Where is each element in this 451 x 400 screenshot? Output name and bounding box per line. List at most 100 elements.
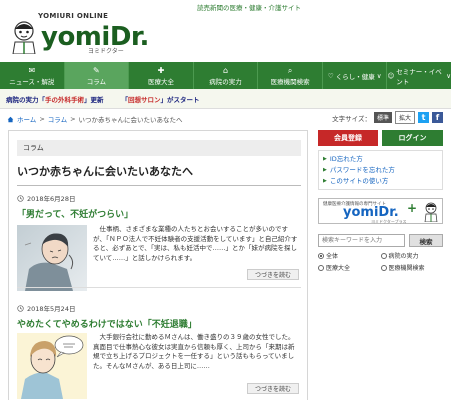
article-thumbnail[interactable] [17,333,87,399]
news-link-hand-surgery[interactable]: 病院の実力「手の外科手術」更新 [6,94,104,104]
news-link-salon[interactable]: 「回想サロン」がスタート [122,94,200,104]
link-label: ID忘れた方 [329,155,363,163]
register-button[interactable]: 会員登録 [318,130,378,146]
site-tagline: 読売新聞の医療・健康・介護サイト [197,4,301,12]
article-date: 2018年5月24日 [17,303,301,313]
radio-label: 全体 [326,253,339,260]
search-icon: ⌕ [287,65,293,75]
article-title[interactable]: やめたくてやめるわけではない「不妊退職」 [17,317,301,330]
facebook-icon[interactable]: f [432,112,443,123]
main-content: コラム いつか赤ちゃんに会いたいあなたへ 2018年6月28日 「男だって、不妊… [8,130,308,400]
account-help-links: ▶ ID忘れた方 ▶ パスワードを忘れた方 ▶ このサイトの使い方 [318,150,443,190]
nav-item-seminar[interactable]: ☺ セミナー・イベント ∨ [387,62,451,89]
radio-label: 病院の実力 [388,253,419,260]
medical-icon: ✚ [157,65,165,75]
clock-icon [17,194,24,202]
sad-man-illustration [17,225,87,291]
woman-illustration [17,333,87,399]
yomidr-plus-banner[interactable]: 健康医療介護情報の専門サイト yomiDr. + ヨミドクタープラス [318,198,443,224]
nav-label: 医療機関検索 [270,77,310,86]
radio-icon [380,252,387,259]
forgot-password-link[interactable]: ▶ パスワードを忘れた方 [323,165,438,176]
banner-plus: + [407,201,418,215]
read-more-button[interactable]: つづきを読む [247,269,299,280]
search-input[interactable] [318,234,405,247]
breadcrumb-separator: > [39,115,45,123]
news-highlight: 回想サロン [128,95,161,104]
twitter-icon[interactable]: t [418,112,429,123]
article-date: 2018年6月28日 [17,193,301,203]
chevron-down-icon: ∨ [446,71,451,80]
article-item: 2018年5月24日 やめたくてやめるわけではない「不妊退職」 大手銀行会社に勤… [17,303,301,400]
article-item: 2018年6月28日 「男だって、不妊がつらい」 仕事柄、さまざまな業種の人たち… [17,193,301,291]
main-nav: ✉ ニュース・解説 ✎ コラム ✚ 医療大全 ⌂ 病院の実力 ⌕ 医療機関検索 … [0,62,451,89]
clock-icon [17,304,24,312]
site-header: 読売新聞の医療・健康・介護サイト YOMIURI ONLINE yomiDr. … [0,0,451,62]
link-label: パスワードを忘れた方 [329,166,395,174]
article-date-text: 2018年5月24日 [27,305,76,313]
font-size-standard-button[interactable]: 標準 [373,112,392,123]
breadcrumb-separator: > [70,115,76,123]
nav-label-row: ♡ くらし・健康 ∨ [328,71,382,81]
nav-label: コラム [86,77,107,86]
news-suffix: 」がスタート [160,95,200,104]
nav-item-hospital[interactable]: ⌂ 病院の実力 [194,62,259,89]
article-divider [17,287,301,288]
nav-label: ニュース・解説 [9,77,55,86]
font-size-label: 文字サイズ： [332,114,371,123]
login-button[interactable]: ログイン [382,130,443,146]
breadcrumb-current: いつか赤ちゃんに会いたいあなたへ [78,116,183,124]
nav-item-news[interactable]: ✉ ニュース・解説 [0,62,65,89]
nav-item-health[interactable]: ♡ くらし・健康 ∨ [323,62,388,89]
radio-label: 医療大全 [326,265,351,272]
read-more-button[interactable]: つづきを読む [247,383,299,394]
search-scope-hospital[interactable]: 病院の実力 [380,251,444,260]
site-guide-link[interactable]: ▶ このサイトの使い方 [323,176,438,187]
news-icon: ✉ [28,65,36,75]
nav-item-medical-encyclopedia[interactable]: ✚ 医療大全 [129,62,194,89]
nav-label: セミナー・イベント [396,67,442,86]
breadcrumb-column[interactable]: コラム [48,114,67,124]
site-logo[interactable]: YOMIURI ONLINE yomiDr. ヨミドクター [6,8,149,58]
triangle-bullet-icon: ▶ [323,156,327,162]
radio-label: 医療機関検索 [388,265,425,272]
search-button[interactable]: 検索 [409,234,443,247]
search-scope-all[interactable]: 全体 [318,251,381,260]
article-date-text: 2018年6月28日 [27,195,76,203]
breadcrumb-home[interactable]: ホーム [17,114,36,124]
triangle-bullet-icon: ▶ [323,167,327,173]
link-label: このサイトの使い方 [329,177,389,185]
page-title: いつか赤ちゃんに会いたいあなたへ [17,165,193,178]
doctor-mascot-icon [12,21,36,54]
chevron-down-icon: ∨ [376,71,382,80]
banner-kana: ヨミドクタープラス [371,219,407,224]
article-excerpt: 大手銀行会社に勤めるＭさんは、働き盛りの３９歳の女性でした。真面目で仕事熱心な彼… [93,333,295,370]
news-highlight: 手の外科手術 [45,95,84,104]
article-excerpt: 仕事柄、さまざまな業種の人たちとお会いすることが多いのですが、「ＮＰＯ法人で不妊… [93,225,298,262]
nav-item-facility-search[interactable]: ⌕ 医療機関検索 [258,62,323,89]
search-scope-facility[interactable]: 医療機関検索 [380,263,444,272]
radio-selected-icon [318,252,324,259]
doctor-mascot-icon [424,202,438,222]
brand-small-text: YOMIURI ONLINE [38,12,109,20]
nav-label: くらし・健康 [335,72,375,81]
nav-item-column[interactable]: ✎ コラム [64,62,130,89]
search-scope-encyclopedia[interactable]: 医療大全 [318,263,381,272]
news-ticker: 病院の実力「手の外科手術」更新 「回想サロン」がスタート [0,89,451,109]
logo-kana: ヨミドクター [88,48,124,55]
search-scope-options: 全体 病院の実力 医療大全 医療機関検索 [318,251,443,272]
forgot-id-link[interactable]: ▶ ID忘れた方 [323,154,438,165]
home-icon [7,116,14,122]
article-title[interactable]: 「男だって、不妊がつらい」 [17,207,301,220]
breadcrumb: ホーム > コラム > いつか赤ちゃんに会いたいあなたへ [7,114,183,124]
column-icon: ✎ [93,65,100,75]
nav-label: 医療大全 [147,77,174,86]
font-size-large-button[interactable]: 拡大 [394,111,415,124]
title-divider [17,185,301,186]
hospital-icon: ⌂ [222,65,229,75]
triangle-bullet-icon: ▶ [323,178,327,184]
news-prefix: 病院の実力「 [6,95,45,104]
radio-icon [380,264,387,271]
font-size-controls: 文字サイズ： 標準 拡大 t f [332,111,443,124]
article-thumbnail[interactable] [17,225,87,291]
